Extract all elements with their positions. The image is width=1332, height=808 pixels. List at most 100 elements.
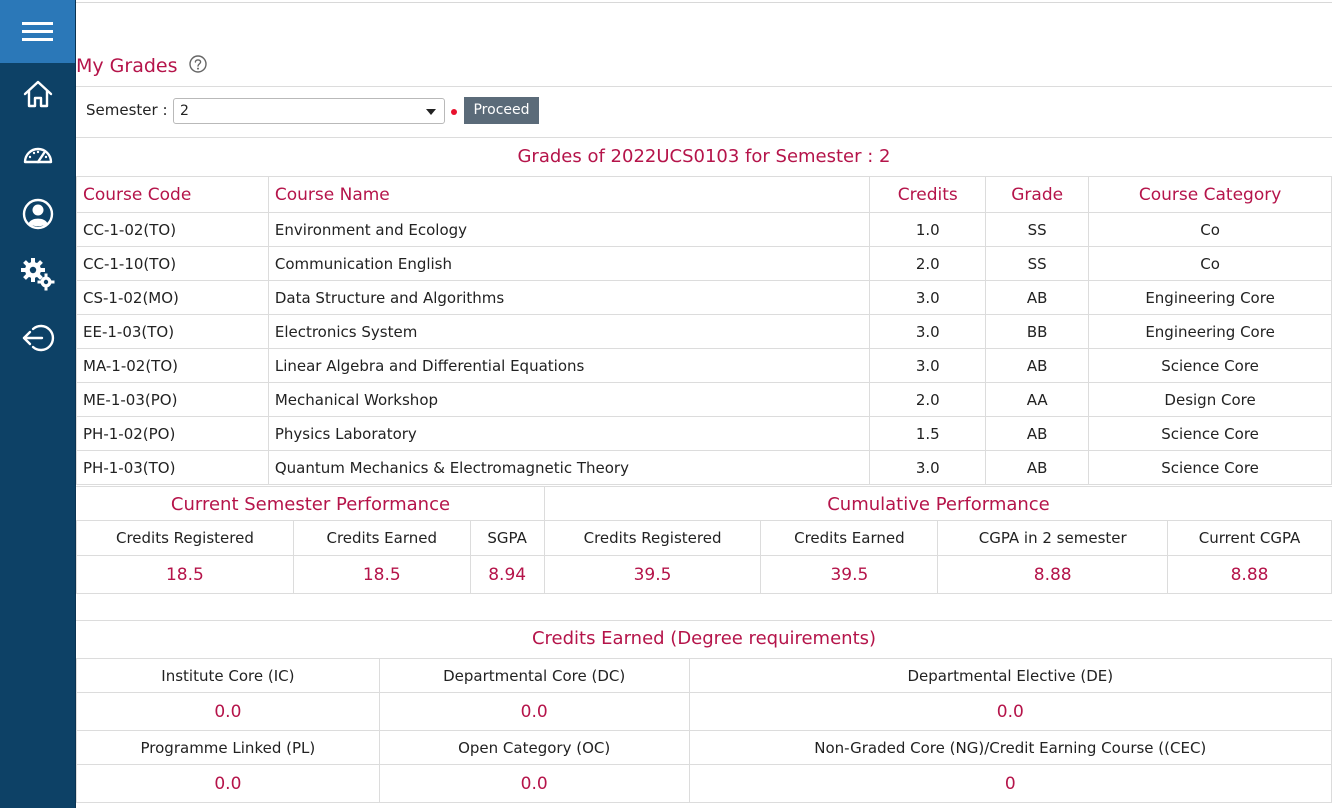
course-name-cell: Data Structure and Algorithms bbox=[267, 280, 871, 315]
category-cell: Science Core bbox=[1088, 348, 1332, 383]
credits-cell: 2.0 bbox=[869, 382, 987, 417]
category-cell: Co bbox=[1088, 246, 1332, 281]
column-header: Grade bbox=[985, 176, 1090, 213]
main-content: My Grades Semester : 2 Proceed Grades of… bbox=[76, 0, 1332, 808]
table-row: ME-1-03(PO) Mechanical Workshop 2.0 AA D… bbox=[76, 382, 1332, 417]
cgpa-semester-label: CGPA in 2 semester bbox=[937, 520, 1169, 556]
divider bbox=[544, 486, 545, 520]
course-name-cell: Communication English bbox=[267, 246, 871, 281]
course-name-cell: Environment and Ecology bbox=[267, 212, 871, 247]
credits-cell: 1.5 bbox=[869, 416, 987, 451]
institute-core-label: Institute Core (IC) bbox=[76, 658, 380, 693]
course-code-cell: PH-1-02(PO) bbox=[76, 416, 269, 451]
divider bbox=[76, 86, 1332, 87]
proceed-button[interactable]: Proceed bbox=[464, 97, 539, 124]
credits-label-row: Institute Core (IC) Departmental Core (D… bbox=[76, 658, 1332, 693]
category-cell: Science Core bbox=[1088, 450, 1332, 485]
column-header: Course Code bbox=[76, 176, 269, 213]
credits-value-row: 0.0 0.0 0 bbox=[76, 764, 1332, 803]
open-category-label: Open Category (OC) bbox=[378, 730, 690, 765]
category-cell: Engineering Core bbox=[1088, 280, 1332, 315]
grade-cell: AB bbox=[985, 280, 1090, 315]
settings-icon[interactable] bbox=[20, 256, 56, 292]
table-row: PH-1-03(TO) Quantum Mechanics & Electrom… bbox=[76, 450, 1332, 485]
departmental-core-value: 0.0 bbox=[378, 692, 690, 731]
cumulative-performance-heading: Cumulative Performance bbox=[827, 494, 1050, 515]
grade-cell: SS bbox=[985, 212, 1090, 247]
course-name-cell: Mechanical Workshop bbox=[267, 382, 871, 417]
credits-earned-heading: Credits Earned (Degree requirements) bbox=[531, 628, 877, 649]
sem-credits-earned-value: 18.5 bbox=[292, 555, 471, 594]
credits-cell: 1.0 bbox=[869, 212, 987, 247]
grades-table: Course Code Course Name Credits Grade Co… bbox=[76, 176, 1332, 485]
divider bbox=[76, 620, 1332, 621]
page-title: My Grades bbox=[76, 55, 178, 77]
table-row: MA-1-02(TO) Linear Algebra and Different… bbox=[76, 348, 1332, 383]
table-row: PH-1-02(PO) Physics Laboratory 1.5 AB Sc… bbox=[76, 416, 1332, 451]
table-row: CS-1-02(MO) Data Structure and Algorithm… bbox=[76, 280, 1332, 315]
course-name-cell: Linear Algebra and Differential Equation… bbox=[267, 348, 871, 383]
current-cgpa-value: 8.88 bbox=[1167, 555, 1332, 594]
user-icon[interactable] bbox=[20, 196, 56, 232]
cum-credits-earned-value: 39.5 bbox=[760, 555, 939, 594]
departmental-core-label: Departmental Core (DC) bbox=[378, 658, 690, 693]
current-performance-heading: Current Semester Performance bbox=[170, 494, 451, 515]
home-icon[interactable] bbox=[20, 76, 56, 112]
credits-cell: 2.0 bbox=[869, 246, 987, 281]
current-cgpa-label: Current CGPA bbox=[1167, 520, 1332, 556]
course-code-cell: EE-1-03(TO) bbox=[76, 314, 269, 349]
grade-cell: SS bbox=[985, 246, 1090, 281]
semester-select[interactable]: 2 bbox=[173, 98, 445, 124]
course-code-cell: CC-1-02(TO) bbox=[76, 212, 269, 247]
table-row: CC-1-10(TO) Communication English 2.0 SS… bbox=[76, 246, 1332, 281]
menu-button[interactable] bbox=[0, 0, 75, 63]
credits-cell: 3.0 bbox=[869, 450, 987, 485]
logout-icon[interactable] bbox=[20, 320, 56, 356]
credits-value-row: 0.0 0.0 0.0 bbox=[76, 692, 1332, 731]
grades-heading: Grades of 2022UCS0103 for Semester : 2 bbox=[517, 146, 891, 167]
course-name-cell: Quantum Mechanics & Electromagnetic Theo… bbox=[267, 450, 871, 485]
sidebar bbox=[0, 0, 76, 808]
programme-linked-label: Programme Linked (PL) bbox=[76, 730, 380, 765]
performance-table: Credits Registered Credits Earned SGPA C… bbox=[76, 520, 1332, 594]
programme-linked-value: 0.0 bbox=[76, 764, 380, 803]
required-indicator bbox=[451, 109, 457, 115]
sgpa-label: SGPA bbox=[469, 520, 545, 556]
course-code-cell: CS-1-02(MO) bbox=[76, 280, 269, 315]
category-cell: Engineering Core bbox=[1088, 314, 1332, 349]
credits-cell: 3.0 bbox=[869, 280, 987, 315]
grade-cell: AB bbox=[985, 450, 1090, 485]
dashboard-icon[interactable] bbox=[20, 136, 56, 172]
cum-credits-earned-label: Credits Earned bbox=[760, 520, 939, 556]
course-code-cell: ME-1-03(PO) bbox=[76, 382, 269, 417]
open-category-value: 0.0 bbox=[378, 764, 690, 803]
semester-select-value: 2 bbox=[180, 103, 189, 119]
grade-cell: AA bbox=[985, 382, 1090, 417]
credits-label-row: Programme Linked (PL) Open Category (OC)… bbox=[76, 730, 1332, 765]
column-header: Course Category bbox=[1088, 176, 1332, 213]
menu-icon bbox=[22, 22, 53, 41]
table-row: CC-1-02(TO) Environment and Ecology 1.0 … bbox=[76, 212, 1332, 247]
cum-credits-registered-label: Credits Registered bbox=[543, 520, 762, 556]
credits-cell: 3.0 bbox=[869, 348, 987, 383]
departmental-elective-value: 0.0 bbox=[688, 692, 1332, 731]
cgpa-semester-value: 8.88 bbox=[937, 555, 1169, 594]
chevron-down-icon bbox=[426, 109, 436, 115]
departmental-elective-label: Departmental Elective (DE) bbox=[688, 658, 1332, 693]
performance-label-row: Credits Registered Credits Earned SGPA C… bbox=[76, 520, 1332, 556]
table-row: EE-1-03(TO) Electronics System 3.0 BB En… bbox=[76, 314, 1332, 349]
sem-credits-registered-value: 18.5 bbox=[76, 555, 294, 594]
grades-header-row: Course Code Course Name Credits Grade Co… bbox=[76, 176, 1332, 213]
credits-cell: 3.0 bbox=[869, 314, 987, 349]
course-name-cell: Physics Laboratory bbox=[267, 416, 871, 451]
cum-credits-registered-value: 39.5 bbox=[543, 555, 762, 594]
grade-cell: AB bbox=[985, 348, 1090, 383]
help-icon[interactable] bbox=[188, 54, 208, 79]
course-code-cell: MA-1-02(TO) bbox=[76, 348, 269, 383]
column-header: Credits bbox=[869, 176, 987, 213]
institute-core-value: 0.0 bbox=[76, 692, 380, 731]
course-code-cell: CC-1-10(TO) bbox=[76, 246, 269, 281]
category-cell: Science Core bbox=[1088, 416, 1332, 451]
non-graded-core-label: Non-Graded Core (NG)/Credit Earning Cour… bbox=[688, 730, 1332, 765]
divider bbox=[76, 137, 1332, 138]
